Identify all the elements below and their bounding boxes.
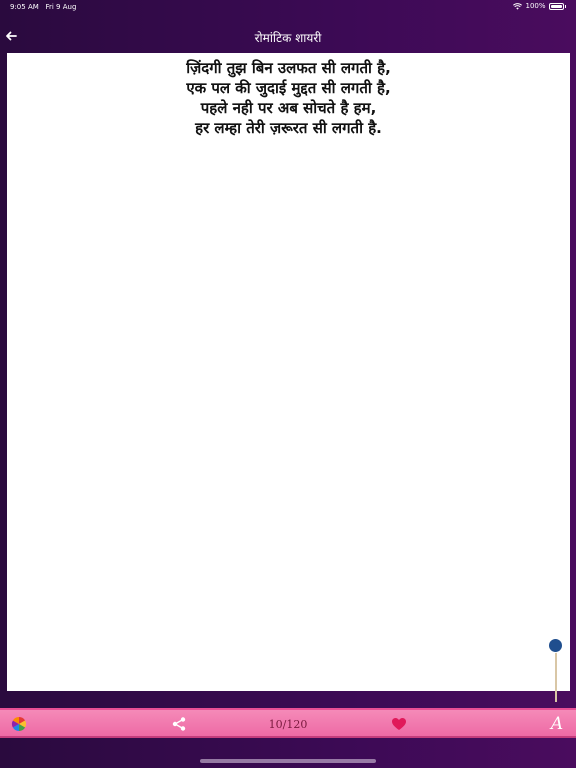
font-size-slider-knob[interactable] xyxy=(548,638,563,653)
status-bar: 9:05 AM Fri 9 Aug 100% xyxy=(0,0,576,14)
shayari-line: हर लम्हा तेरी ज़रूरत सी लगती है. xyxy=(195,119,382,137)
heart-icon xyxy=(392,718,406,730)
status-time: 9:05 AM xyxy=(10,3,39,11)
wifi-icon xyxy=(513,2,523,10)
bottom-toolbar: 10/120 A xyxy=(0,708,576,738)
shayari-line: ज़िंदगी तुझ बिन उलफत सी लगती है, xyxy=(186,59,391,77)
status-left: 9:05 AM Fri 9 Aug xyxy=(10,3,76,11)
status-date: Fri 9 Aug xyxy=(45,3,77,11)
shayari-line: एक पल की जुदाई मुद्दत सी लगती है, xyxy=(186,79,391,97)
home-indicator xyxy=(200,759,376,763)
battery-tip xyxy=(564,4,566,8)
header: रोमांटिक शायरी xyxy=(0,22,576,52)
favorite-button[interactable] xyxy=(391,716,407,734)
font-button[interactable]: A xyxy=(548,714,566,734)
battery-percent: 100% xyxy=(525,2,546,10)
page-title: रोमांटिक शायरी xyxy=(254,31,322,45)
font-size-slider-track[interactable] xyxy=(555,652,557,702)
status-right: 100% xyxy=(513,2,566,10)
shayari-line: पहले नही पर अब सोचते है हम, xyxy=(200,99,377,117)
page-counter: 10/120 xyxy=(268,718,308,731)
shayari-card: ज़िंदगी तुझ बिन उलफत सी लगती है, एक पल क… xyxy=(7,53,570,691)
shayari-text: ज़िंदगी तुझ बिन उलफत सी लगती है, एक पल क… xyxy=(7,53,570,138)
battery-icon xyxy=(548,2,564,10)
